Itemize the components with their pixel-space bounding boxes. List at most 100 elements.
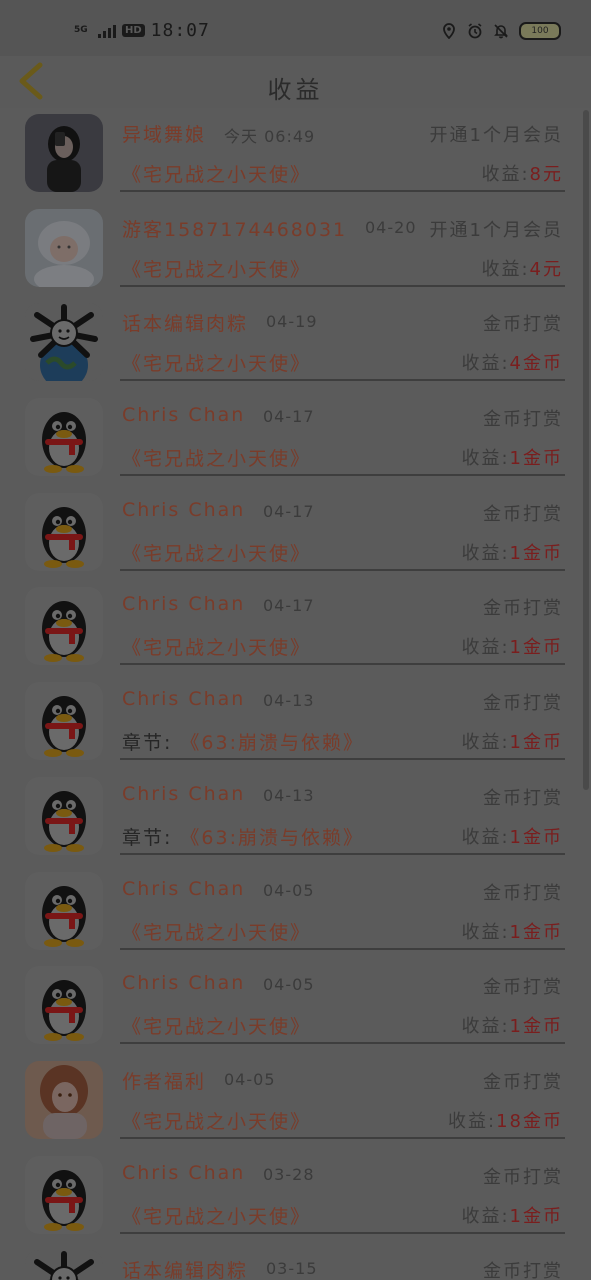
income-row[interactable]: Chris Chan 04-05 金币打赏 《宅兄战之小天使》 收益:1金币 — [0, 960, 591, 1055]
income-row[interactable]: 话本编辑肉粽 04-19 金币打赏 《宅兄战之小天使》 收益:4金币 — [0, 297, 591, 392]
income-label: 收益: — [481, 164, 530, 185]
avatar[interactable] — [25, 303, 103, 382]
income-row[interactable]: Chris Chan 04-17 金币打赏 《宅兄战之小天使》 收益:1金币 — [0, 487, 591, 582]
income-type: 金币打赏 — [483, 503, 563, 525]
amount-value: 1金币 — [509, 732, 563, 754]
income-row[interactable]: Chris Chan 04-17 金币打赏 《宅兄战之小天使》 收益:1金币 — [0, 392, 591, 487]
amount-value: 18金币 — [496, 1110, 563, 1132]
row-divider — [120, 190, 565, 192]
user-name: Chris Chan — [122, 688, 246, 711]
scrollbar[interactable] — [583, 110, 589, 790]
record-date: 今天 06:49 — [224, 127, 316, 146]
avatar[interactable] — [25, 492, 103, 571]
income-amount: 收益:1金币 — [461, 1012, 563, 1038]
hd-badge: HD — [122, 24, 145, 37]
amount-value: 1金币 — [509, 826, 563, 848]
avatar[interactable] — [25, 1155, 103, 1234]
record-date: 03-15 — [266, 1259, 318, 1279]
avatar[interactable] — [25, 871, 103, 950]
avatar[interactable] — [25, 1060, 103, 1139]
row-divider — [120, 1231, 565, 1234]
book-name: 《宅兄战之小天使》 — [122, 1205, 312, 1228]
income-list[interactable]: 异域舞娘 今天 06:49 开通1个月会员 《宅兄战之小天使》 收益:8元 游客… — [0, 108, 591, 1280]
avatar[interactable] — [25, 587, 103, 666]
income-label: 收益: — [461, 1016, 510, 1038]
income-type: 金币打赏 — [483, 1071, 563, 1093]
avatar[interactable] — [25, 398, 103, 477]
record-date: 04-17 — [263, 596, 315, 616]
header-bar: 收益 — [0, 56, 591, 108]
row-divider — [120, 568, 565, 571]
record-date: 04-20 — [365, 217, 417, 237]
record-date: 04-13 — [263, 691, 315, 711]
avatar[interactable] — [25, 208, 103, 287]
book-title: 《宅兄战之小天使》 — [122, 255, 311, 282]
row-divider — [120, 947, 565, 950]
income-amount: 收益:4元 — [481, 255, 563, 281]
income-label: 收益: — [448, 1110, 497, 1132]
alarm-icon — [468, 23, 482, 39]
income-amount: 收益:8元 — [481, 160, 563, 186]
income-type: 金币打赏 — [483, 409, 563, 431]
income-row[interactable]: Chris Chan 04-17 金币打赏 《宅兄战之小天使》 收益:1金币 — [0, 581, 591, 676]
income-type: 金币打赏 — [483, 693, 563, 715]
record-date: 04-05 — [263, 880, 315, 900]
book-name: 《宅兄战之小天使》 — [122, 921, 312, 944]
book-title: 《宅兄战之小天使》 — [122, 1012, 311, 1039]
income-row[interactable]: Chris Chan 04-13 金币打赏 章节: 《63:崩溃与依赖》 收益:1… — [0, 771, 591, 866]
income-amount: 收益:1金币 — [461, 918, 563, 944]
amount-value: 4金币 — [509, 353, 563, 375]
user-name: Chris Chan — [122, 1161, 246, 1184]
location-icon — [443, 23, 455, 39]
amount-value: 1金币 — [509, 1205, 563, 1227]
avatar[interactable] — [25, 776, 103, 855]
income-label: 收益: — [461, 353, 510, 375]
amount-value: 1金币 — [509, 542, 563, 564]
income-type: 金币打赏 — [483, 598, 563, 620]
avatar[interactable] — [25, 966, 103, 1045]
user-name: 话本编辑肉粽 — [122, 313, 249, 336]
income-label: 收益: — [461, 637, 510, 659]
income-row[interactable]: 异域舞娘 今天 06:49 开通1个月会员 《宅兄战之小天使》 收益:8元 — [0, 108, 591, 203]
user-name: Chris Chan — [122, 972, 246, 995]
battery-icon: 100 — [519, 22, 561, 40]
avatar[interactable] — [25, 1250, 103, 1280]
avatar[interactable] — [25, 114, 103, 192]
book-title: 章节: 《63:崩溃与依赖》 — [122, 823, 364, 850]
book-name: 《宅兄战之小天使》 — [122, 1110, 312, 1133]
row-divider — [120, 1042, 565, 1045]
book-title: 《宅兄战之小天使》 — [122, 918, 311, 945]
amount-value: 1金币 — [509, 921, 563, 943]
income-row[interactable]: Chris Chan 03-28 金币打赏 《宅兄战之小天使》 收益:1金币 — [0, 1150, 591, 1245]
income-type: 开通1个月会员 — [429, 219, 563, 241]
income-row[interactable]: 作者福利 04-05 金币打赏 《宅兄战之小天使》 收益:18金币 — [0, 1055, 591, 1150]
avatar[interactable] — [25, 682, 103, 761]
income-type: 金币打赏 — [483, 787, 563, 809]
income-type: 金币打赏 — [483, 1166, 563, 1188]
record-date: 04-17 — [263, 501, 315, 521]
book-title: 《宅兄战之小天使》 — [122, 539, 311, 566]
chapter-prefix: 章节: — [122, 826, 173, 849]
user-name: 异域舞娘 — [122, 124, 207, 146]
record-date: 04-17 — [263, 407, 315, 427]
income-type: 金币打赏 — [483, 314, 563, 336]
income-row[interactable]: 游客1587174468031 04-20 开通1个月会员 《宅兄战之小天使》 … — [0, 203, 591, 298]
income-amount: 收益:18金币 — [448, 1107, 563, 1133]
book-name: 《63:崩溃与依赖》 — [180, 732, 364, 755]
page-title: 收益 — [267, 76, 324, 104]
income-type: 金币打赏 — [483, 1261, 563, 1280]
signal-icon — [98, 24, 116, 38]
row-divider — [120, 474, 565, 477]
income-row[interactable]: Chris Chan 04-13 金币打赏 章节: 《63:崩溃与依赖》 收益:1… — [0, 676, 591, 771]
record-date: 04-13 — [263, 785, 315, 805]
book-title: 《宅兄战之小天使》 — [122, 444, 311, 471]
income-type: 金币打赏 — [483, 977, 563, 999]
record-date: 03-28 — [263, 1164, 315, 1184]
income-amount: 收益:1金币 — [461, 633, 563, 659]
mute-bell-icon — [494, 24, 508, 39]
book-name: 《宅兄战之小天使》 — [122, 542, 312, 565]
book-name: 《宅兄战之小天使》 — [122, 637, 312, 660]
network-type: 5G — [74, 25, 88, 35]
income-row[interactable]: Chris Chan 04-05 金币打赏 《宅兄战之小天使》 收益:1金币 — [0, 866, 591, 961]
income-row[interactable]: 话本编辑肉粽 03-15 金币打赏 — [0, 1244, 591, 1280]
